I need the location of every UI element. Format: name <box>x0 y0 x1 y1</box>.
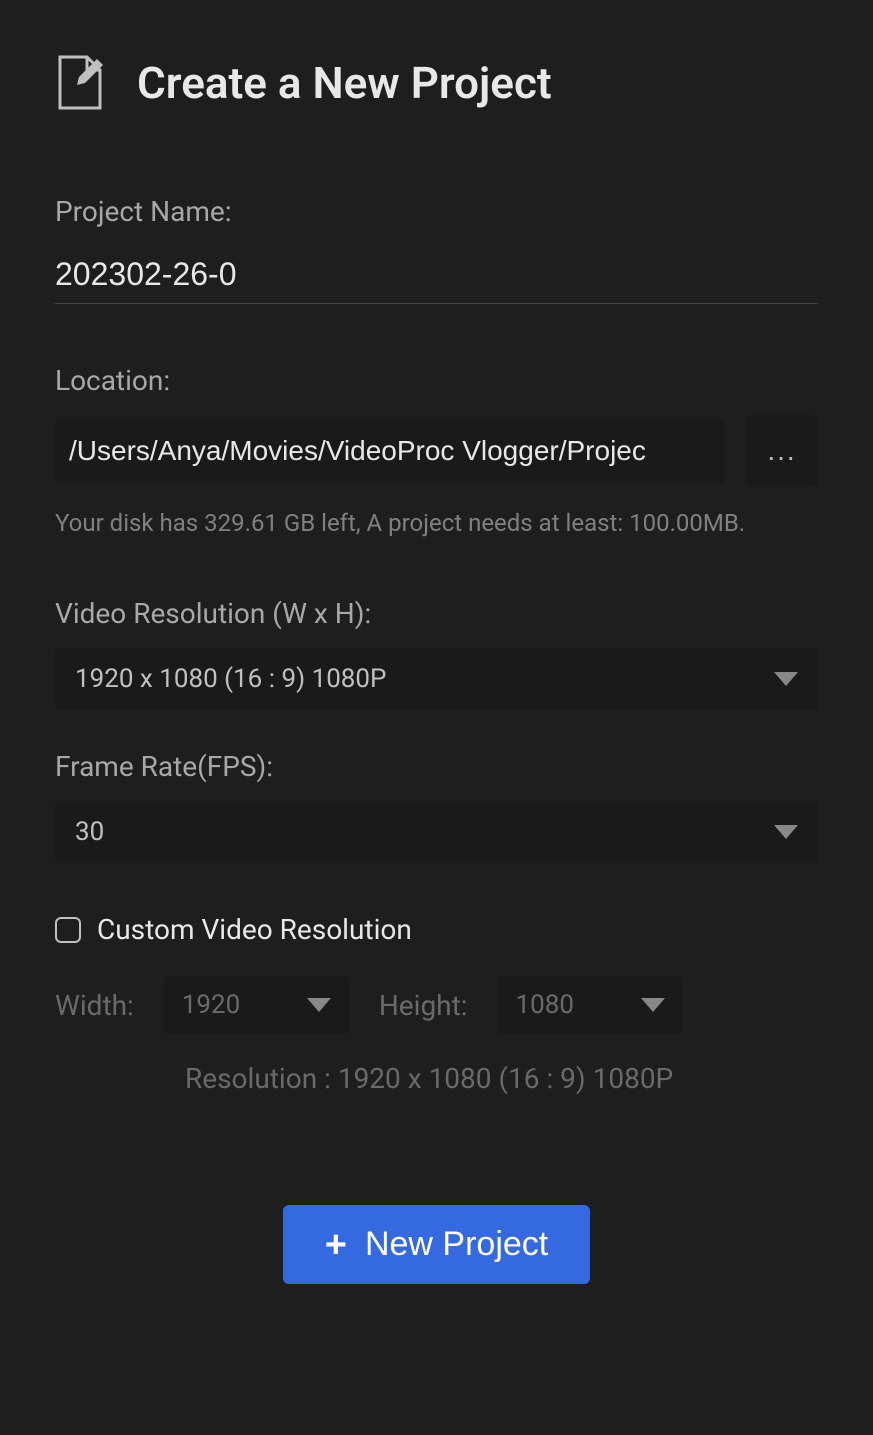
frame-rate-value: 30 <box>75 817 104 847</box>
custom-resolution-controls: Width: 1920 Height: 1080 <box>55 976 818 1034</box>
width-label: Width: <box>55 989 134 1022</box>
custom-resolution-label: Custom Video Resolution <box>97 913 412 946</box>
location-input[interactable] <box>55 419 724 483</box>
resolution-summary: Resolution : 1920 x 1080 (16 : 9) 1080P <box>185 1062 818 1095</box>
file-edit-icon <box>55 55 105 110</box>
location-group: Location: ... Your disk has 329.61 GB le… <box>55 364 818 537</box>
video-resolution-label: Video Resolution (W x H): <box>55 597 818 630</box>
location-row: ... <box>55 415 818 487</box>
frame-rate-label: Frame Rate(FPS): <box>55 750 818 783</box>
frame-rate-dropdown[interactable]: 30 <box>55 801 818 863</box>
chevron-down-icon <box>774 672 798 686</box>
dialog-header: Create a New Project <box>55 55 818 110</box>
height-label: Height: <box>379 989 468 1022</box>
chevron-down-icon <box>307 998 331 1012</box>
project-name-group: Project Name: <box>55 195 818 304</box>
chevron-down-icon <box>641 998 665 1012</box>
dialog-title: Create a New Project <box>137 57 552 109</box>
custom-resolution-row: Custom Video Resolution <box>55 913 818 946</box>
new-project-button[interactable]: + New Project <box>283 1205 590 1284</box>
video-resolution-dropdown[interactable]: 1920 x 1080 (16 : 9) 1080P <box>55 648 818 710</box>
browse-button[interactable]: ... <box>746 415 818 487</box>
plus-icon: + <box>325 1226 347 1264</box>
project-name-input[interactable] <box>55 246 818 304</box>
chevron-down-icon <box>774 825 798 839</box>
custom-resolution-checkbox[interactable] <box>55 917 81 943</box>
video-resolution-value: 1920 x 1080 (16 : 9) 1080P <box>75 664 386 694</box>
height-value: 1080 <box>516 990 574 1020</box>
project-name-label: Project Name: <box>55 195 818 228</box>
height-dropdown[interactable]: 1080 <box>498 976 683 1034</box>
video-resolution-group: Video Resolution (W x H): 1920 x 1080 (1… <box>55 597 818 710</box>
width-value: 1920 <box>182 990 240 1020</box>
location-label: Location: <box>55 364 818 397</box>
new-project-button-label: New Project <box>365 1225 548 1264</box>
frame-rate-group: Frame Rate(FPS): 30 <box>55 750 818 863</box>
disk-status-text: Your disk has 329.61 GB left, A project … <box>55 509 818 537</box>
width-dropdown[interactable]: 1920 <box>164 976 349 1034</box>
